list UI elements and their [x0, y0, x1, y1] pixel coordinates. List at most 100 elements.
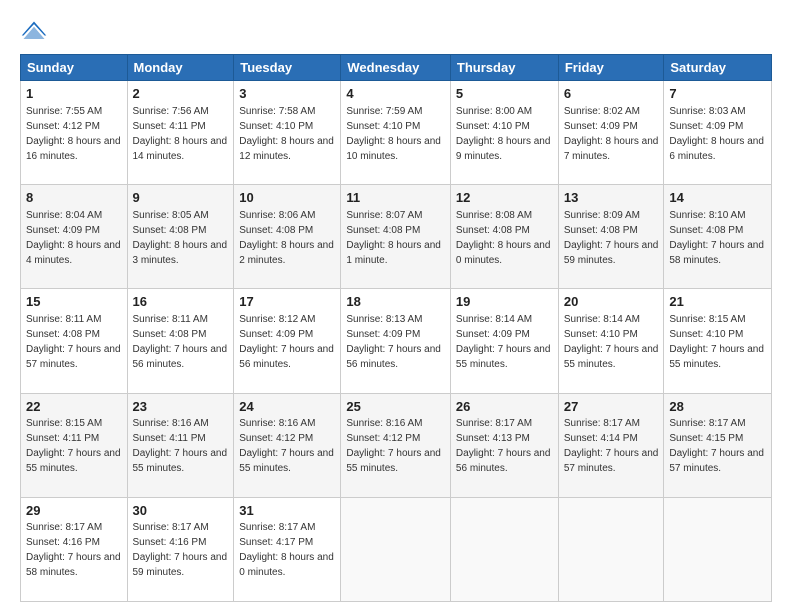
calendar-cell: 13 Sunrise: 8:09 AMSunset: 4:08 PMDaylig…	[558, 185, 664, 289]
calendar-week-1: 1 Sunrise: 7:55 AMSunset: 4:12 PMDayligh…	[21, 81, 772, 185]
day-info: Sunrise: 8:13 AMSunset: 4:09 PMDaylight:…	[346, 314, 441, 370]
header	[20, 18, 772, 46]
calendar-header-wednesday: Wednesday	[341, 55, 451, 81]
calendar-week-5: 29 Sunrise: 8:17 AMSunset: 4:16 PMDaylig…	[21, 497, 772, 601]
calendar-cell	[341, 497, 451, 601]
page: SundayMondayTuesdayWednesdayThursdayFrid…	[0, 0, 792, 612]
day-info: Sunrise: 8:11 AMSunset: 4:08 PMDaylight:…	[26, 314, 121, 370]
calendar-week-3: 15 Sunrise: 8:11 AMSunset: 4:08 PMDaylig…	[21, 289, 772, 393]
day-number: 9	[133, 189, 229, 207]
day-number: 21	[669, 293, 766, 311]
calendar-cell: 3 Sunrise: 7:58 AMSunset: 4:10 PMDayligh…	[234, 81, 341, 185]
calendar-header-monday: Monday	[127, 55, 234, 81]
day-number: 27	[564, 398, 659, 416]
calendar-cell: 8 Sunrise: 8:04 AMSunset: 4:09 PMDayligh…	[21, 185, 128, 289]
calendar-cell: 1 Sunrise: 7:55 AMSunset: 4:12 PMDayligh…	[21, 81, 128, 185]
calendar-header-friday: Friday	[558, 55, 664, 81]
day-number: 26	[456, 398, 553, 416]
day-info: Sunrise: 7:58 AMSunset: 4:10 PMDaylight:…	[239, 106, 334, 162]
day-info: Sunrise: 8:00 AMSunset: 4:10 PMDaylight:…	[456, 106, 551, 162]
day-number: 30	[133, 502, 229, 520]
calendar-cell: 26 Sunrise: 8:17 AMSunset: 4:13 PMDaylig…	[450, 393, 558, 497]
day-info: Sunrise: 8:06 AMSunset: 4:08 PMDaylight:…	[239, 210, 334, 266]
day-number: 14	[669, 189, 766, 207]
day-info: Sunrise: 8:04 AMSunset: 4:09 PMDaylight:…	[26, 210, 121, 266]
day-info: Sunrise: 8:05 AMSunset: 4:08 PMDaylight:…	[133, 210, 228, 266]
day-info: Sunrise: 8:14 AMSunset: 4:09 PMDaylight:…	[456, 314, 551, 370]
day-number: 2	[133, 85, 229, 103]
day-number: 31	[239, 502, 335, 520]
day-number: 22	[26, 398, 122, 416]
calendar-cell: 17 Sunrise: 8:12 AMSunset: 4:09 PMDaylig…	[234, 289, 341, 393]
day-info: Sunrise: 8:07 AMSunset: 4:08 PMDaylight:…	[346, 210, 441, 266]
day-number: 17	[239, 293, 335, 311]
day-info: Sunrise: 7:55 AMSunset: 4:12 PMDaylight:…	[26, 106, 121, 162]
day-number: 16	[133, 293, 229, 311]
day-number: 11	[346, 189, 445, 207]
day-info: Sunrise: 8:17 AMSunset: 4:15 PMDaylight:…	[669, 418, 764, 474]
calendar-cell: 31 Sunrise: 8:17 AMSunset: 4:17 PMDaylig…	[234, 497, 341, 601]
day-info: Sunrise: 8:17 AMSunset: 4:17 PMDaylight:…	[239, 522, 334, 578]
day-info: Sunrise: 8:02 AMSunset: 4:09 PMDaylight:…	[564, 106, 659, 162]
calendar-cell: 15 Sunrise: 8:11 AMSunset: 4:08 PMDaylig…	[21, 289, 128, 393]
day-info: Sunrise: 8:10 AMSunset: 4:08 PMDaylight:…	[669, 210, 764, 266]
calendar-cell: 14 Sunrise: 8:10 AMSunset: 4:08 PMDaylig…	[664, 185, 772, 289]
calendar-cell: 27 Sunrise: 8:17 AMSunset: 4:14 PMDaylig…	[558, 393, 664, 497]
calendar-cell: 18 Sunrise: 8:13 AMSunset: 4:09 PMDaylig…	[341, 289, 451, 393]
logo-icon	[20, 18, 48, 46]
day-number: 18	[346, 293, 445, 311]
day-number: 4	[346, 85, 445, 103]
day-info: Sunrise: 8:17 AMSunset: 4:16 PMDaylight:…	[26, 522, 121, 578]
day-number: 7	[669, 85, 766, 103]
calendar-cell: 4 Sunrise: 7:59 AMSunset: 4:10 PMDayligh…	[341, 81, 451, 185]
day-number: 10	[239, 189, 335, 207]
day-info: Sunrise: 7:56 AMSunset: 4:11 PMDaylight:…	[133, 106, 228, 162]
day-number: 12	[456, 189, 553, 207]
day-info: Sunrise: 8:15 AMSunset: 4:11 PMDaylight:…	[26, 418, 121, 474]
day-number: 8	[26, 189, 122, 207]
day-number: 5	[456, 85, 553, 103]
day-number: 24	[239, 398, 335, 416]
day-info: Sunrise: 8:17 AMSunset: 4:14 PMDaylight:…	[564, 418, 659, 474]
day-info: Sunrise: 7:59 AMSunset: 4:10 PMDaylight:…	[346, 106, 441, 162]
calendar-cell: 19 Sunrise: 8:14 AMSunset: 4:09 PMDaylig…	[450, 289, 558, 393]
calendar-cell: 24 Sunrise: 8:16 AMSunset: 4:12 PMDaylig…	[234, 393, 341, 497]
day-info: Sunrise: 8:08 AMSunset: 4:08 PMDaylight:…	[456, 210, 551, 266]
calendar-cell: 25 Sunrise: 8:16 AMSunset: 4:12 PMDaylig…	[341, 393, 451, 497]
calendar-cell: 6 Sunrise: 8:02 AMSunset: 4:09 PMDayligh…	[558, 81, 664, 185]
calendar-cell: 10 Sunrise: 8:06 AMSunset: 4:08 PMDaylig…	[234, 185, 341, 289]
day-info: Sunrise: 8:14 AMSunset: 4:10 PMDaylight:…	[564, 314, 659, 370]
calendar-cell: 2 Sunrise: 7:56 AMSunset: 4:11 PMDayligh…	[127, 81, 234, 185]
calendar-cell: 5 Sunrise: 8:00 AMSunset: 4:10 PMDayligh…	[450, 81, 558, 185]
calendar-cell: 29 Sunrise: 8:17 AMSunset: 4:16 PMDaylig…	[21, 497, 128, 601]
day-info: Sunrise: 8:15 AMSunset: 4:10 PMDaylight:…	[669, 314, 764, 370]
calendar-week-4: 22 Sunrise: 8:15 AMSunset: 4:11 PMDaylig…	[21, 393, 772, 497]
day-info: Sunrise: 8:09 AMSunset: 4:08 PMDaylight:…	[564, 210, 659, 266]
day-info: Sunrise: 8:17 AMSunset: 4:16 PMDaylight:…	[133, 522, 228, 578]
day-info: Sunrise: 8:17 AMSunset: 4:13 PMDaylight:…	[456, 418, 551, 474]
day-info: Sunrise: 8:12 AMSunset: 4:09 PMDaylight:…	[239, 314, 334, 370]
calendar-week-2: 8 Sunrise: 8:04 AMSunset: 4:09 PMDayligh…	[21, 185, 772, 289]
day-number: 3	[239, 85, 335, 103]
calendar-cell	[558, 497, 664, 601]
calendar-header-sunday: Sunday	[21, 55, 128, 81]
day-info: Sunrise: 8:11 AMSunset: 4:08 PMDaylight:…	[133, 314, 228, 370]
day-number: 29	[26, 502, 122, 520]
calendar-cell: 30 Sunrise: 8:17 AMSunset: 4:16 PMDaylig…	[127, 497, 234, 601]
logo	[20, 18, 52, 46]
calendar-cell: 12 Sunrise: 8:08 AMSunset: 4:08 PMDaylig…	[450, 185, 558, 289]
calendar-cell: 9 Sunrise: 8:05 AMSunset: 4:08 PMDayligh…	[127, 185, 234, 289]
day-info: Sunrise: 8:03 AMSunset: 4:09 PMDaylight:…	[669, 106, 764, 162]
calendar-cell: 16 Sunrise: 8:11 AMSunset: 4:08 PMDaylig…	[127, 289, 234, 393]
day-info: Sunrise: 8:16 AMSunset: 4:12 PMDaylight:…	[346, 418, 441, 474]
day-number: 28	[669, 398, 766, 416]
calendar-cell: 7 Sunrise: 8:03 AMSunset: 4:09 PMDayligh…	[664, 81, 772, 185]
calendar-cell: 28 Sunrise: 8:17 AMSunset: 4:15 PMDaylig…	[664, 393, 772, 497]
calendar-cell: 21 Sunrise: 8:15 AMSunset: 4:10 PMDaylig…	[664, 289, 772, 393]
calendar-table: SundayMondayTuesdayWednesdayThursdayFrid…	[20, 54, 772, 602]
calendar-cell	[664, 497, 772, 601]
day-number: 15	[26, 293, 122, 311]
day-number: 1	[26, 85, 122, 103]
calendar-cell: 22 Sunrise: 8:15 AMSunset: 4:11 PMDaylig…	[21, 393, 128, 497]
day-number: 13	[564, 189, 659, 207]
